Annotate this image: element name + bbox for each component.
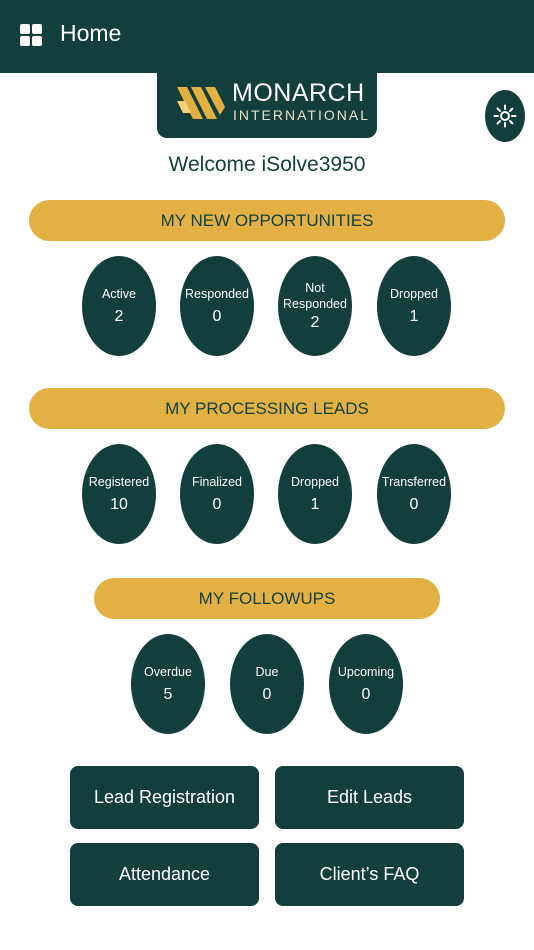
stat-label: Transferred	[381, 475, 447, 489]
stat-active[interactable]: Active 2	[82, 256, 156, 356]
stat-value: 0	[262, 686, 272, 703]
stat-value: 5	[163, 686, 173, 703]
stat-label: Upcoming	[337, 665, 395, 679]
sun-icon	[493, 104, 517, 128]
lead-registration-button[interactable]: Lead Registration	[70, 766, 259, 829]
section-processing-leads: MY PROCESSING LEADS	[29, 388, 505, 429]
stat-due[interactable]: Due 0	[230, 634, 304, 734]
stat-label: Finalized	[191, 475, 243, 489]
theme-toggle-button[interactable]	[485, 90, 525, 142]
stat-value: 0	[409, 496, 419, 513]
logo-subtitle: INTERNATIONAL	[233, 107, 370, 123]
stat-dropped-opportunities[interactable]: Dropped 1	[377, 256, 451, 356]
stat-label: Registered	[88, 475, 150, 489]
stat-value: 0	[361, 686, 371, 703]
section-followups: MY FOLLOWUPS	[94, 578, 440, 619]
top-app-bar: Home	[0, 0, 534, 73]
stat-value: 1	[409, 308, 419, 325]
stat-label: Not Responded	[283, 281, 347, 311]
stat-label: Dropped	[390, 287, 438, 301]
edit-leads-button[interactable]: Edit Leads	[275, 766, 464, 829]
brand-logo: MONARCH INTERNATIONAL	[157, 73, 377, 138]
attendance-button[interactable]: Attendance	[70, 843, 259, 906]
stat-overdue[interactable]: Overdue 5	[131, 634, 205, 734]
stat-value: 2	[114, 308, 124, 325]
page-title: Home	[60, 20, 122, 46]
stat-label: Due	[255, 665, 279, 679]
section-new-opportunities: MY NEW OPPORTUNITIES	[29, 200, 505, 241]
stat-upcoming[interactable]: Upcoming 0	[329, 634, 403, 734]
stat-value: 0	[212, 496, 222, 513]
stat-dropped-leads[interactable]: Dropped 1	[278, 444, 352, 544]
stat-label: Overdue	[144, 665, 192, 679]
stat-finalized[interactable]: Finalized 0	[180, 444, 254, 544]
stat-transferred[interactable]: Transferred 0	[377, 444, 451, 544]
stat-value: 0	[212, 308, 222, 325]
stat-responded[interactable]: Responded 0	[180, 256, 254, 356]
clients-faq-button[interactable]: Client’s FAQ	[275, 843, 464, 906]
stat-value: 10	[110, 496, 128, 513]
stat-label: Active	[101, 287, 137, 301]
welcome-message: Welcome iSolve3950	[168, 153, 366, 176]
grid-menu-icon[interactable]	[20, 24, 42, 46]
logo-name: MONARCH	[232, 79, 365, 107]
stat-not-responded[interactable]: Not Responded 2	[278, 256, 352, 356]
stat-value: 1	[310, 496, 320, 513]
stat-label: Dropped	[291, 475, 339, 489]
monarch-logo-icon	[177, 87, 225, 119]
stat-registered[interactable]: Registered 10	[82, 444, 156, 544]
stat-label: Responded	[185, 287, 249, 301]
stat-value: 2	[310, 314, 320, 331]
